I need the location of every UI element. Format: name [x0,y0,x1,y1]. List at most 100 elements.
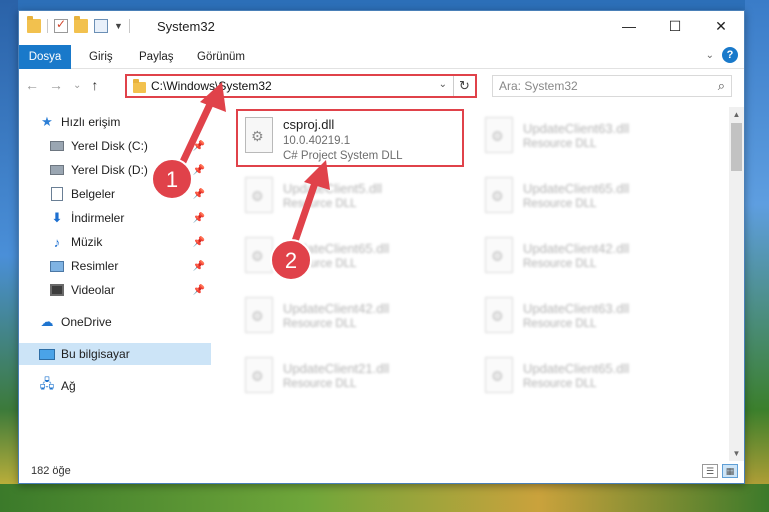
file-name: UpdateClient21.dll [283,361,390,376]
sidebar-item-label: OneDrive [61,315,112,329]
star-icon: ★ [41,114,53,129]
toolbar-divider [128,19,130,33]
sidebar-item-network[interactable]: 🖧 Ağ [39,375,211,397]
dll-file-icon [485,357,513,393]
scroll-up-icon[interactable]: ▲ [729,107,744,122]
desktop-wallpaper-bottom [0,484,769,512]
scroll-thumb[interactable] [731,123,742,171]
sidebar-item-local-disk-c[interactable]: Yerel Disk (C:) 📌 [49,135,211,157]
sidebar-item-label: İndirmeler [71,211,125,225]
ribbon-controls: ⌄ ? [706,47,738,63]
sidebar-item-label: Hızlı erişim [61,115,121,129]
address-dropdown-icon[interactable]: ⌄ [439,79,447,90]
expand-ribbon-chevron-icon[interactable]: ⌄ [706,50,714,61]
file-name: UpdateClient63.dll [523,301,630,316]
file-item-csproj[interactable]: csproj.dll 10.0.40219.1 C# Project Syste… [235,113,455,167]
pin-icon[interactable]: 📌 [193,213,205,224]
minimize-button[interactable]: — [606,11,652,41]
file-item[interactable]: UpdateClient65.dll Resource DLL [475,173,695,227]
tab-share[interactable]: Paylaş [129,47,184,67]
maximize-button[interactable]: ☐ [652,11,698,41]
dll-file-icon [245,177,273,213]
file-description: C# Project System DLL [283,150,403,162]
file-list: csproj.dll 10.0.40219.1 C# Project Syste… [225,107,725,461]
search-input[interactable]: Ara: System32 ⌕ [492,75,732,97]
customize-toolbar-dropdown-icon[interactable]: ▼ [114,21,123,31]
pin-icon[interactable]: 📌 [193,285,205,296]
window-controls: — ☐ ✕ [606,11,744,41]
tab-home[interactable]: Giriş [79,47,123,67]
sidebar-item-local-disk-d[interactable]: Yerel Disk (D:) 📌 [49,159,211,181]
folder-icon[interactable] [27,16,41,33]
sidebar-item-videos[interactable]: Videolar 📌 [49,279,211,301]
sidebar-item-label: Ağ [61,379,76,393]
dll-file-icon [485,297,513,333]
downloads-icon: ⬇ [51,210,63,225]
network-icon: 🖧 [39,376,55,391]
pin-icon[interactable]: 📌 [193,237,205,248]
ribbon-tabs: Dosya Giriş Paylaş Görünüm ⌄ ? [19,43,744,69]
tab-view[interactable]: Görünüm [187,47,255,67]
details-view-icon[interactable]: ☰ [702,464,718,478]
address-path[interactable]: C:\Windows\System32 [151,79,272,93]
properties-check-icon[interactable] [54,17,68,33]
address-bar[interactable]: C:\Windows\System32 ⌄ ↻ [125,74,477,98]
sidebar-item-label: Belgeler [71,187,116,201]
help-icon[interactable]: ? [722,47,738,63]
refresh-icon[interactable]: ↻ [453,76,475,96]
dll-file-icon [245,357,273,393]
file-description: Resource DLL [523,318,597,330]
file-item[interactable]: UpdateClient63.dll Resource DLL [475,113,695,167]
file-item[interactable]: UpdateClient65.dll Resource DLL [235,233,455,287]
sidebar-item-label: Resimler [71,259,119,273]
file-item[interactable]: UpdateClient21.dll Resource DLL [235,353,455,407]
file-description: Resource DLL [283,258,357,270]
sidebar-item-this-pc[interactable]: Bu bilgisayar [19,343,211,365]
pin-icon[interactable]: 📌 [193,165,205,176]
rename-icon[interactable] [94,19,108,33]
sidebar-item-music[interactable]: ♪ Müzik 📌 [49,231,211,253]
computer-icon [39,346,55,362]
desktop-wallpaper-left [0,0,18,512]
sidebar-item-documents[interactable]: Belgeler 📌 [49,183,211,205]
cloud-icon: ☁ [40,314,54,329]
item-count: 182 öğe [31,465,71,477]
file-description: Resource DLL [283,198,357,210]
file-item[interactable]: UpdateClient42.dll Resource DLL [235,293,455,347]
up-arrow-icon[interactable]: ↑ [91,77,98,93]
documents-icon [49,186,65,202]
search-icon[interactable]: ⌕ [718,78,725,94]
file-description: Resource DLL [523,378,597,390]
sidebar-item-quick-access[interactable]: ★ Hızlı erişim [39,111,231,133]
file-description: Resource DLL [523,138,597,150]
back-arrow-icon[interactable]: ← [25,77,39,93]
file-item[interactable]: UpdateClient5.dll Resource DLL [235,173,455,227]
file-item[interactable]: UpdateClient63.dll Resource DLL [475,293,695,347]
tab-file[interactable]: Dosya [19,45,71,69]
sidebar-item-label: Bu bilgisayar [61,347,130,361]
file-item[interactable]: UpdateClient42.dll Resource DLL [475,233,695,287]
file-item[interactable]: UpdateClient65.dll Resource DLL [475,353,695,407]
file-description: Resource DLL [523,198,597,210]
sidebar-item-pictures[interactable]: Resimler 📌 [49,255,211,277]
sidebar-item-downloads[interactable]: ⬇ İndirmeler 📌 [49,207,211,229]
pin-icon[interactable]: 📌 [193,141,205,152]
sidebar-item-onedrive[interactable]: ☁ OneDrive [39,311,211,333]
pin-icon[interactable]: 📌 [193,189,205,200]
close-button[interactable]: ✕ [698,11,744,41]
sidebar-item-label: Yerel Disk (D:) [71,163,148,177]
new-folder-icon[interactable] [74,16,88,33]
file-name: UpdateClient65.dll [523,361,630,376]
scroll-down-icon[interactable]: ▼ [729,446,744,461]
file-description: Resource DLL [283,318,357,330]
file-name: UpdateClient42.dll [523,241,630,256]
forward-arrow-icon[interactable]: → [49,77,63,93]
sidebar-item-label: Yerel Disk (C:) [71,139,148,153]
address-folder-icon [133,79,146,93]
recent-locations-chevron-icon[interactable]: ⌄ [73,80,81,91]
pin-icon[interactable]: 📌 [193,261,205,272]
tiles-view-icon[interactable]: ▦ [722,464,738,478]
file-name: UpdateClient5.dll [283,181,383,196]
vertical-scrollbar[interactable]: ▲ ▼ [729,107,744,461]
title-bar: ▼ System32 — ☐ ✕ [19,11,744,43]
